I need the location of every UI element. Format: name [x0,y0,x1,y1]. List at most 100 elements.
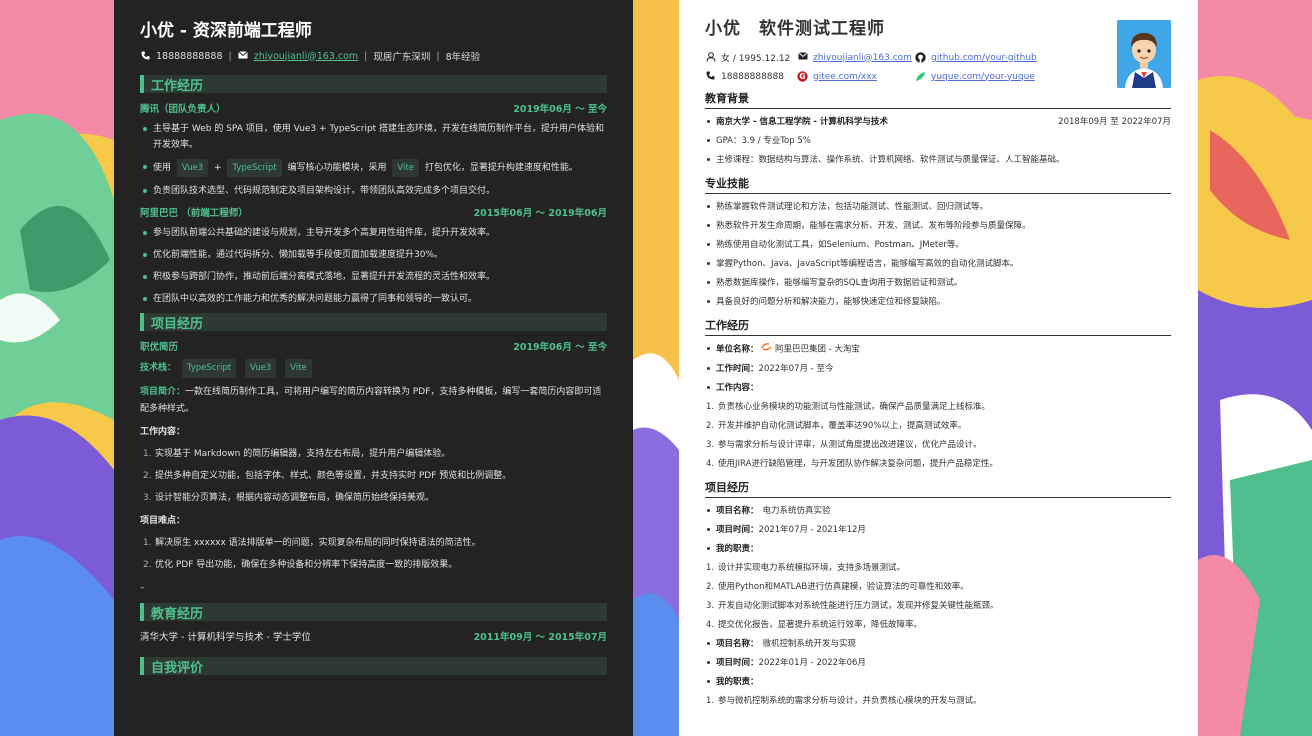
light-phone-text: 18888888888 [721,71,784,82]
dark-experience-years: 8年经验 [445,52,481,63]
skills-section-heading: 专业技能 [705,175,1171,194]
education-date: 2018年09月 至 2022年07月 [1058,117,1171,127]
list-item: 熟练使用自动化测试工具，如Selenium、Postman、JMeter等。 [705,238,1171,252]
dark-phone: 18888888888 [156,50,223,62]
list-item: 2. 使用Python和MATLAB进行仿真建模，验证算法的可靠性和效率。 [706,581,969,592]
job-date: 2015年06月 ～ 2019年06月 [473,208,607,219]
list-item: 南京大学 - 信息工程学院 - 计算机科学与技术 2018年09月 至 2022… [705,115,1171,129]
phone-icon [140,51,150,61]
dark-email-link[interactable]: zhiyoujianli@163.com [254,51,358,62]
project-time-label: 项目时间 [716,524,751,535]
project-meta: 项目名称： 电力系统仿真实验 项目时间：2021年07月 - 2021年12月 我… [705,504,1171,556]
text: 优化 PDF 导出功能，确保在多种设备和分辨率下保持高度一致的排版效果。 [155,560,458,570]
list-item: 2. 优化 PDF 导出功能，确保在多种设备和分辨率下保持高度一致的排版效果。 [143,560,458,570]
light-github: github.com/your-github [915,51,1055,64]
light-resume-name: 小优 软件测试工程师 [705,14,1171,39]
gender-birth: 女 / 1995.12.12 [705,51,797,64]
education-date: 2011年09月 ～ 2015年07月 [473,632,607,643]
text: 设计智能分页算法，根据内容动态调整布局，确保简历始终保持美观。 [155,493,435,503]
education-school: 南京大学 - 信息工程学院 - 计算机科学与技术 [716,117,888,127]
self-eval-section-heading: 自我评价 [140,657,607,676]
yuque-link[interactable]: yuque.com/your-yuque [931,72,1035,82]
gitee-icon: G [797,71,808,82]
github-icon [915,52,926,63]
dark-resume: 小优 - 资深前端工程师 18888888888 | zhiyoujianli@… [114,0,633,736]
project-duty-list: 1. 参与微机控制系统的需求分析与设计，并负责核心模块的开发与测试。 [705,694,1171,708]
list-item: 具备良好的问题分析和解决能力，能够快速定位和修复缺陷。 [705,295,1171,309]
separator: | [364,50,368,62]
list-item: 3. 参与需求分析与设计评审，从测试角度提出改进建议，优化产品设计。 [706,439,982,450]
dark-contact-bar: 18888888888 | zhiyoujianli@163.com | 现居广… [140,49,607,63]
light-resume: 小优 软件测试工程师 女 / 1995.12.12 zhiyoujianli@16… [679,0,1198,736]
job-header: 腾讯（团队负责人） 2019年06月 ～ 至今 [140,101,607,115]
light-yuque: yuque.com/your-yuque [915,71,1055,82]
project-meta: 项目名称： 微机控制系统开发与实现 项目时间：2022年01月 - 2022年06… [705,637,1171,689]
light-phone: 18888888888 [705,71,797,82]
text: 使用 [153,163,172,173]
light-email-link[interactable]: zhiyoujianli@163.com [813,53,912,63]
list-item: 在团队中以高效的工作能力和优秀的解决问题能力赢得了同事和领导的一致认可。 [140,291,607,307]
list-item: 项目名称： 电力系统仿真实验 [705,504,1171,518]
text: 实现基于 Markdown 的简历编辑器，支持左右布局，提升用户编辑体验。 [155,449,451,459]
light-gitee: G gitee.com/xxx [797,71,915,82]
mail-icon [797,52,808,63]
project-name-label: 项目名称 [716,638,751,649]
list-item: 负责团队技术选型、代码规范制定及项目架构设计，带领团队高效完成多个项目交付。 [140,183,607,199]
education-row: 清华大学 - 计算机科学与技术 - 学士学位 2011年09月 ～ 2015年0… [140,629,607,643]
list-item: 2. 提供多种自定义功能，包括字体、样式、颜色等设置，并支持实时 PDF 预览和比… [143,471,512,481]
list-item: 参与团队前端公共基础的建设与规划，主导开发多个高复用性组件库，提升开发效率。 [140,225,607,241]
unit-label: 单位名称 [716,344,751,355]
list-item: 掌握Python、Java、JavaScript等编程语言，能够编写高效的自动化… [705,257,1171,271]
tech-stack: 技术栈： TypeScript Vue3 Vite [140,359,607,378]
project-intro-text: 一款在线简历制作工具，可将用户编写的简历内容转换为 PDF，支持多种模板，编写一… [140,387,602,414]
list-item: 1. 参与微机控制系统的需求分析与设计，并负责核心模块的开发与测试。 [706,695,982,706]
text: 开发并维护自动化测试脚本，覆盖率达90%以上，提高测试效率。 [718,420,967,431]
list-item: 4. 使用JIRA进行缺陷管理，与开发团队协作解决复杂问题，提升产品稳定性。 [706,458,998,469]
project-duty-list: 1. 设计并实现电力系统模拟环境，支持多场景测试。 2. 使用Python和MATL… [705,561,1171,632]
separator: | [436,50,440,62]
github-link[interactable]: github.com/your-github [931,53,1037,63]
text: 使用JIRA进行缺陷管理，与开发团队协作解决复杂问题，提升产品稳定性。 [718,458,998,469]
work-meta: 单位名称： 阿里巴巴集团 - 大淘宝 工作时间：2022年07月 - 至今 工作… [705,342,1171,395]
list-item: 工作内容： [705,381,1171,395]
text: 设计并实现电力系统模拟环境，支持多场景测试。 [718,562,906,573]
list-item: 主修课程：数据结构与算法、操作系统、计算机网络、软件测试与质量保证、人工智能基础… [705,153,1171,167]
list-item: 熟练掌握软件测试理论和方法，包括功能测试、性能测试、回归测试等。 [705,200,1171,214]
project-name: 微机控制系统开发与实现 [762,638,857,649]
education-section-heading: 教育经历 [140,603,607,622]
work-section-heading: 工作经历 [705,317,1171,336]
list-item: 工作时间：2022年07月 - 至今 [705,362,1171,376]
duty-label: 我的职责 [716,543,751,554]
project-time-label: 项目时间 [716,657,751,668]
text: + [214,163,222,173]
projects-section-heading: 项目经历 [140,313,607,332]
gitee-link[interactable]: gitee.com/xxx [813,72,877,82]
text: 解决原生 xxxxxx 语法排版单一的问题，实现复杂布局的同时保持语法的简洁性。 [155,538,481,548]
work-content-list: 1. 实现基于 Markdown 的简历编辑器，支持左右布局，提升用户编辑体验。 … [140,447,607,506]
project-time: 2021年07月 - 2021年12月 [758,524,866,535]
job-company: 腾讯（团队负责人） [140,104,226,115]
list-item: 熟悉软件开发生命周期，能够在需求分析、开发、测试、发布等阶段参与质量保障。 [705,219,1171,233]
list-item: 熟悉数据库操作，能够编写复杂的SQL查询用于数据验证和测试。 [705,276,1171,290]
light-contact-grid: 女 / 1995.12.12 zhiyoujianli@163.com gith… [705,51,1171,82]
list-item: 1. 负责核心业务模块的功能测试与性能测试，确保产品质量满足上线标准。 [706,401,991,412]
tech-tag: Vue3 [244,359,277,378]
tech-tag: TypeScript [227,159,282,177]
list-item: 单位名称： 阿里巴巴集团 - 大淘宝 [705,342,1171,357]
content-label: 工作内容 [716,382,751,393]
list-item: 1. 实现基于 Markdown 的简历编辑器，支持左右布局，提升用户编辑体验。 [143,449,451,459]
education-section-heading: 教育背景 [705,90,1171,109]
list-item: GPA：3.9 / 专业Top 5% [705,134,1171,148]
list-item: 项目时间：2022年01月 - 2022年06月 [705,656,1171,670]
svg-text:G: G [799,72,805,81]
time-label: 工作时间 [716,363,751,374]
list-item: 使用 Vue3 + TypeScript 编写核心功能模块，采用 Vite 打包… [140,159,607,177]
project-intro-label: 项目简介： [140,387,186,397]
user-icon [705,52,716,63]
dark-location: 现居广东深圳 [373,52,431,63]
text: 参与需求分析与设计评审，从测试角度提出改进建议，优化产品设计。 [718,439,982,450]
text: 使用Python和MATLAB进行仿真建模，验证算法的可靠性和效率。 [718,581,969,592]
list-item: 1. 解决原生 xxxxxx 语法排版单一的问题，实现复杂布局的同时保持语法的简洁… [143,538,481,548]
list-item: 项目名称： 微机控制系统开发与实现 [705,637,1171,651]
tech-tag: Vite [392,159,419,177]
